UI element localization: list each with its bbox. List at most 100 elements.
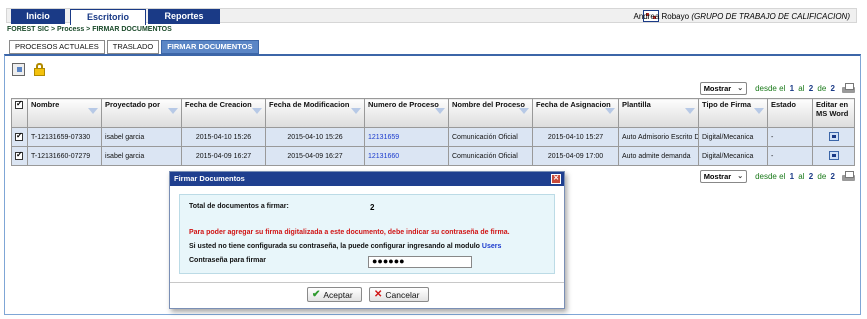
cell-numero-link[interactable]: 12131660 (364, 146, 449, 166)
column-header-label: Fecha de Asignacion (536, 100, 611, 109)
users-link[interactable]: Users (482, 243, 501, 250)
column-header-label: Nombre (31, 100, 60, 109)
printer-icon[interactable] (842, 82, 855, 94)
column-header[interactable]: Proyectado por (101, 98, 182, 128)
pager-end: 2 (808, 83, 814, 93)
page-size-select[interactable]: Mostrar ⌄ (699, 169, 748, 183)
sort-arrow-icon[interactable] (605, 108, 615, 114)
document-settings-icon[interactable] (12, 63, 25, 76)
column-header[interactable]: Fecha de Creacion (181, 98, 266, 128)
column-header[interactable]: Numero de Proceso (364, 98, 449, 128)
cell-editar[interactable] (812, 146, 855, 166)
column-header[interactable]: Nombre (27, 98, 102, 128)
tab-procesos-actuales[interactable]: PROCESOS ACTUALES (9, 40, 105, 54)
cancel-label: Cancelar (385, 289, 420, 300)
column-header-label: Plantilla (622, 100, 651, 109)
nav-tab-escritorio[interactable]: Escritorio (70, 9, 146, 25)
lock-icon[interactable] (33, 63, 46, 76)
edit-word-icon[interactable] (828, 131, 839, 141)
sort-arrow-icon[interactable] (519, 108, 529, 114)
row-select-cell[interactable] (11, 146, 28, 166)
user-group: (GRUPO DE TRABAJO DE CALIFICACION) (691, 12, 850, 21)
edit-word-icon[interactable] (828, 150, 839, 160)
cell-firma: Digital/Mecanica (698, 146, 768, 166)
sort-arrow-icon[interactable] (88, 108, 98, 114)
pager-prefix: desde el (755, 83, 786, 93)
tab-traslado[interactable]: TRASLADO (106, 40, 160, 54)
config-info-text: Si usted no tiene configurada su contras… (189, 243, 480, 250)
cell-proyectado: isabel garcia (101, 127, 182, 147)
sort-arrow-icon[interactable] (435, 108, 445, 114)
chevron-down-icon: ⌄ (737, 85, 744, 92)
check-icon: ✔ (312, 289, 321, 300)
pager-of: de (817, 83, 827, 93)
column-header: Editar en MS Word (812, 98, 855, 128)
column-header-label: Tipo de Firma (702, 100, 752, 109)
config-info: Si usted no tiene configurada su contras… (189, 243, 501, 250)
nav-tab-inicio[interactable]: Inicio (11, 9, 65, 24)
column-header[interactable]: Fecha de Asignacion (532, 98, 619, 128)
pager-start: 1 (789, 171, 795, 181)
password-field[interactable]: ●●●●●● (368, 256, 472, 268)
column-header[interactable]: Tipo de Firma (698, 98, 768, 128)
pager-total: 2 (830, 171, 835, 181)
column-header-label: Proyectado por (105, 100, 161, 109)
table-row[interactable]: T-12131659-07330 isabel garcia 2015-04-1… (11, 127, 855, 147)
sort-arrow-icon[interactable] (754, 108, 764, 114)
cancel-button[interactable]: ✕ Cancelar (369, 287, 429, 302)
accept-button[interactable]: ✔ Aceptar (307, 287, 362, 302)
pager-bottom: Mostrar ⌄ desde el 1 al 2 de 2 (699, 169, 855, 183)
cell-estado: - (767, 127, 813, 147)
cell-asignacion: 2015-04-10 15:27 (532, 127, 619, 147)
nav-tab-reportes[interactable]: Reportes (148, 9, 220, 24)
select-all-checkbox[interactable] (15, 99, 23, 110)
table-row[interactable]: T-12131660-07279 isabel garcia 2015-04-0… (11, 146, 855, 166)
column-header[interactable]: Estado (767, 98, 813, 128)
printer-icon[interactable] (842, 170, 855, 182)
sort-arrow-icon[interactable] (685, 108, 695, 114)
cell-modificacion: 2015-04-10 15:26 (265, 127, 365, 147)
column-header-label: Numero de Proceso (368, 100, 439, 109)
pager-end: 2 (808, 171, 814, 181)
cell-numero-link[interactable]: 12131659 (364, 127, 449, 147)
page-size-select[interactable]: Mostrar ⌄ (699, 81, 748, 95)
column-header[interactable]: Plantilla (618, 98, 699, 128)
close-icon[interactable]: ✕ (551, 174, 561, 184)
sub-tabs: PROCESOS ACTUALES TRASLADO FIRMAR DOCUME… (9, 40, 261, 54)
sort-arrow-icon[interactable] (351, 108, 361, 114)
cell-nombre: T-12131660-07279 (27, 146, 102, 166)
tab-firmar-documentos[interactable]: FIRMAR DOCUMENTOS (161, 40, 259, 54)
user-name: Andrea Robayo (633, 12, 690, 21)
row-checkbox[interactable] (15, 131, 23, 141)
user-info: Andrea Robayo (GRUPO DE TRABAJO DE CALIF… (633, 9, 850, 24)
total-value: 2 (370, 203, 375, 212)
column-header[interactable]: Nombre del Proceso (448, 98, 533, 128)
row-select-cell[interactable] (11, 127, 28, 147)
table-header-row: Nombre Proyectado por Fecha de Creacion … (11, 98, 855, 128)
cell-proceso: Comunicación Oficial (448, 127, 533, 147)
dialog-titlebar[interactable]: Firmar Documentos ✕ (170, 172, 564, 186)
column-header[interactable]: Fecha de Modificacion (265, 98, 365, 128)
cell-editar[interactable] (812, 127, 855, 147)
pager-sep: al (798, 171, 805, 181)
breadcrumb: FOREST SIC > Process > FIRMAR DOCUMENTOS (7, 26, 172, 33)
total-label: Total de documentos a firmar: (189, 203, 289, 210)
dialog-title: Firmar Documentos (174, 174, 245, 183)
cell-plantilla: Auto admite demanda (618, 146, 699, 166)
pager-top: Mostrar ⌄ desde el 1 al 2 de 2 (699, 81, 855, 95)
select-all-header[interactable] (11, 98, 28, 128)
cell-creacion: 2015-04-09 16:27 (181, 146, 266, 166)
pager-sep: al (798, 83, 805, 93)
pager-start: 1 (789, 83, 795, 93)
column-header-label: Estado (771, 100, 797, 109)
column-header-label: Fecha de Modificacion (269, 100, 350, 109)
pager-prefix: desde el (755, 171, 786, 181)
top-navigation-bar: Inicio Escritorio Reportes Andrea Robayo… (6, 8, 857, 25)
cell-asignacion: 2015-04-09 17:00 (532, 146, 619, 166)
sort-arrow-icon[interactable] (252, 108, 262, 114)
row-checkbox[interactable] (15, 150, 23, 160)
pager-of: de (817, 171, 827, 181)
column-header-label: Fecha de Creacion (185, 100, 252, 109)
sort-arrow-icon[interactable] (168, 108, 178, 114)
x-icon: ✕ (374, 289, 383, 300)
